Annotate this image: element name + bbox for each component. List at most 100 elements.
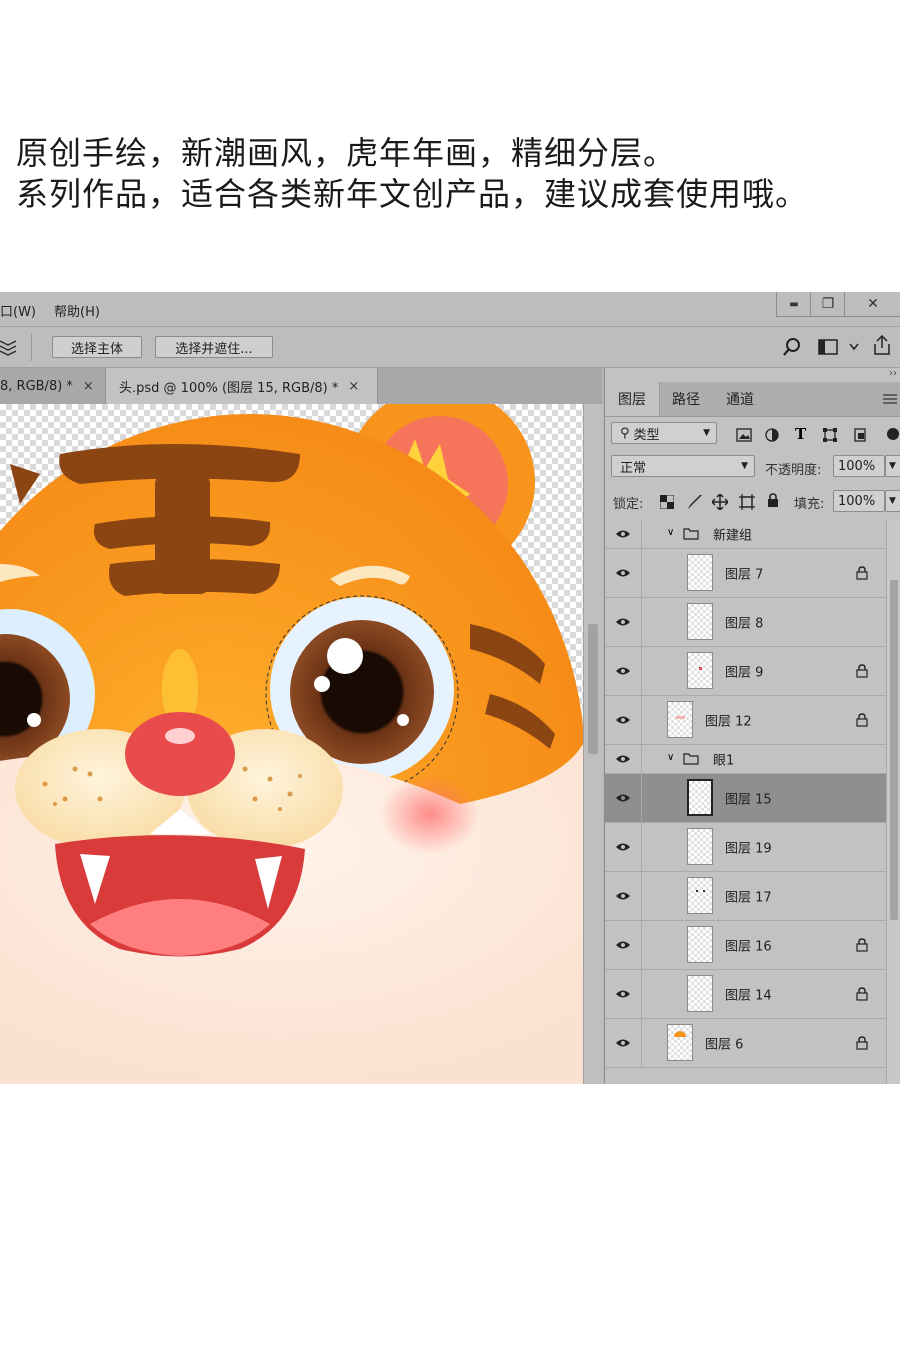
- menu-window[interactable]: 口(W): [0, 301, 36, 320]
- fill-label: 填充:: [794, 497, 825, 512]
- eye-right-highlight-large: [327, 638, 363, 674]
- chevron-down-icon[interactable]: ∨: [667, 527, 674, 538]
- layer-row[interactable]: 图层 17: [605, 872, 886, 921]
- opacity-input[interactable]: 100%: [833, 455, 885, 477]
- tab-close-icon[interactable]: ×: [83, 379, 94, 394]
- layers-scrollbar[interactable]: [886, 520, 900, 1084]
- chevron-down-icon[interactable]: [849, 343, 859, 351]
- select-and-mask-button[interactable]: 选择并遮住...: [155, 336, 273, 358]
- share-icon[interactable]: [872, 334, 892, 356]
- layer-name: 新建组: [713, 528, 753, 544]
- filter-type-icon[interactable]: T: [795, 425, 806, 443]
- layer-row[interactable]: 图层 19: [605, 823, 886, 872]
- blend-mode-select[interactable]: 正常 ▼: [611, 455, 755, 477]
- visibility-cell: [605, 696, 642, 744]
- panel-menu-icon[interactable]: [883, 393, 897, 405]
- lock-artboard-icon[interactable]: [739, 494, 755, 510]
- layer-name: 图层 9: [725, 665, 764, 681]
- eye-icon[interactable]: [615, 793, 631, 803]
- layers-stack-icon[interactable]: [0, 337, 16, 357]
- layer-name: 图层 12: [705, 714, 752, 730]
- options-bar: 选择主体 选择并遮住...: [0, 327, 900, 368]
- visibility-cell: [605, 823, 642, 871]
- tab-paths[interactable]: 路径: [659, 382, 713, 416]
- promo-caption: 原创手绘，新潮画风，虎年年画，精细分层。 系列作品，适合各类新年文创产品，建议成…: [16, 133, 886, 215]
- layer-thumbnail: [687, 603, 713, 640]
- search-icon[interactable]: [782, 337, 802, 357]
- visibility-cell: [605, 520, 642, 548]
- filter-kind-select[interactable]: ⚲ 类型 ▼: [611, 422, 717, 444]
- filter-smartobject-icon[interactable]: [853, 428, 867, 442]
- tab-layers[interactable]: 图层: [605, 382, 660, 416]
- layer-thumbnail: [687, 554, 713, 591]
- eye-icon[interactable]: [615, 715, 631, 725]
- eye-icon[interactable]: [615, 529, 631, 539]
- fill-dropdown-icon[interactable]: ▼: [885, 490, 900, 512]
- lock-icon: [856, 713, 868, 727]
- eye-icon[interactable]: [615, 568, 631, 578]
- eye-icon[interactable]: [615, 1038, 631, 1048]
- scrollbar-thumb[interactable]: [588, 624, 598, 754]
- eye-right-highlight-tiny: [397, 714, 409, 726]
- close-button[interactable]: ✕: [844, 292, 900, 317]
- eye-icon[interactable]: [615, 891, 631, 901]
- visibility-cell: [605, 549, 642, 597]
- layer-row[interactable]: 图层 14: [605, 970, 886, 1019]
- document-tab-1[interactable]: 8, RGB/8) * ×: [0, 368, 106, 404]
- layer-row[interactable]: 图层 9: [605, 647, 886, 696]
- lock-all-icon[interactable]: [767, 493, 779, 508]
- fill-input[interactable]: 100%: [833, 490, 885, 512]
- layer-row[interactable]: 图层 16: [605, 921, 886, 970]
- restore-button[interactable]: ❐: [810, 292, 845, 317]
- lock-transparent-icon[interactable]: [660, 495, 674, 509]
- tab-label: 8, RGB/8) *: [0, 378, 73, 394]
- select-subject-button[interactable]: 选择主体: [52, 336, 142, 358]
- eye-icon[interactable]: [615, 617, 631, 627]
- lock-move-icon[interactable]: [712, 494, 728, 510]
- document-tab-2[interactable]: 头.psd @ 100% (图层 15, RGB/8) * ×: [106, 368, 378, 404]
- document-canvas[interactable]: [0, 404, 583, 1084]
- layer-group-row[interactable]: ∨ 新建组: [605, 520, 886, 549]
- visibility-cell: [605, 970, 642, 1018]
- layer-thumbnail: [667, 1024, 693, 1061]
- filter-toggle-icon[interactable]: [887, 428, 899, 440]
- layers-list: ∨ 新建组 图层 7 图层 8 图层 9 图层 12 ∨ 眼1 图层 15 图层…: [605, 520, 886, 1084]
- folder-icon: [683, 528, 699, 540]
- eye-icon[interactable]: [615, 940, 631, 950]
- eye-icon[interactable]: [615, 666, 631, 676]
- filter-pixel-icon[interactable]: [736, 428, 752, 442]
- lock-row: 锁定: 填充: 100% ▼: [605, 486, 900, 518]
- lock-brush-icon[interactable]: [687, 494, 703, 510]
- workspace-icon[interactable]: [818, 337, 838, 357]
- panel-collapse-icon[interactable]: ››: [889, 368, 897, 379]
- filter-shape-icon[interactable]: [823, 428, 837, 442]
- canvas-vertical-scrollbar[interactable]: [583, 404, 603, 1084]
- layer-name: 图层 16: [725, 939, 772, 955]
- layer-name: 图层 15: [725, 792, 772, 808]
- eye-icon[interactable]: [615, 754, 631, 764]
- layer-name: 图层 19: [725, 841, 772, 857]
- panel-tabs: 图层 路径 通道: [605, 382, 900, 417]
- layer-row-selected[interactable]: 图层 15: [605, 774, 886, 823]
- menu-help[interactable]: 帮助(H): [54, 301, 100, 320]
- minimize-button[interactable]: ▬: [776, 292, 811, 317]
- filter-adjustment-icon[interactable]: [765, 428, 779, 442]
- layer-row[interactable]: 图层 8: [605, 598, 886, 647]
- layer-thumbnail: [687, 779, 713, 816]
- layer-row[interactable]: 图层 7: [605, 549, 886, 598]
- layer-group-row[interactable]: ∨ 眼1: [605, 745, 886, 774]
- layer-name: 眼1: [713, 753, 735, 769]
- layer-thumbnail: [687, 652, 713, 689]
- tab-close-icon[interactable]: ×: [348, 379, 359, 394]
- scrollbar-thumb[interactable]: [890, 580, 898, 920]
- tab-channels[interactable]: 通道: [713, 382, 767, 416]
- visibility-cell: [605, 774, 642, 822]
- layer-row[interactable]: 图层 6: [605, 1019, 886, 1068]
- chevron-down-icon[interactable]: ∨: [667, 752, 674, 763]
- tab-label: 头.psd @ 100% (图层 15, RGB/8) *: [119, 380, 339, 396]
- eye-icon[interactable]: [615, 842, 631, 852]
- lock-icon: [856, 664, 868, 678]
- eye-icon[interactable]: [615, 989, 631, 999]
- opacity-dropdown-icon[interactable]: ▼: [885, 455, 900, 477]
- layer-row[interactable]: 图层 12: [605, 696, 886, 745]
